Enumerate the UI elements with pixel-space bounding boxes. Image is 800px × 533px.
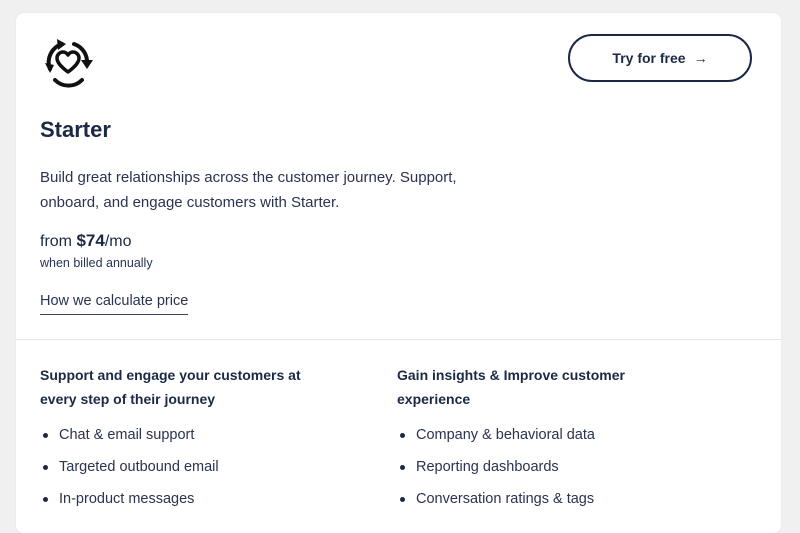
price-amount: $74 <box>76 231 105 250</box>
feature-label: Chat & email support <box>59 427 195 443</box>
feature-label: Targeted outbound email <box>59 459 219 475</box>
feature-column-insights: Gain insights & Improve customer experie… <box>397 363 697 515</box>
bullet-icon <box>43 433 48 438</box>
feature-label: In-product messages <box>59 491 195 507</box>
bullet-icon <box>400 433 405 438</box>
bullet-icon <box>43 465 48 470</box>
plan-description: Build great relationships across the cus… <box>40 169 457 211</box>
feature-heading: Gain insights & Improve customer experie… <box>397 367 625 407</box>
feature-label: Company & behavioral data <box>416 427 595 443</box>
bullet-icon <box>400 497 405 502</box>
plan-price: from $74/mo <box>40 231 132 251</box>
feature-list: Company & behavioral data Reporting dash… <box>397 419 697 515</box>
price-suffix: /mo <box>104 233 132 250</box>
list-item: Reporting dashboards <box>397 451 697 483</box>
feature-label: Reporting dashboards <box>416 459 559 475</box>
price-prefix: from <box>40 233 77 250</box>
plan-title: Starter <box>40 117 111 142</box>
plan-card: Try for free → Starter Build great relat… <box>16 13 781 533</box>
list-item: Targeted outbound email <box>40 451 340 483</box>
list-item: Conversation ratings & tags <box>397 483 697 515</box>
arrow-right-icon: → <box>693 50 708 66</box>
list-item: Chat & email support <box>40 419 340 451</box>
feature-heading: Support and engage your customers at eve… <box>40 367 301 407</box>
bullet-icon <box>400 465 405 470</box>
bullet-icon <box>43 497 48 502</box>
feature-column-support: Support and engage your customers at eve… <box>40 363 340 515</box>
try-for-free-button[interactable]: Try for free → <box>568 34 752 82</box>
list-item: In-product messages <box>40 483 340 515</box>
feature-label: Conversation ratings & tags <box>416 491 595 507</box>
calculate-price-link[interactable]: How we calculate price <box>40 293 189 315</box>
feature-list: Chat & email support Targeted outbound e… <box>40 419 340 515</box>
try-for-free-label: Try for free <box>612 50 686 66</box>
heart-cycle-icon <box>45 39 93 88</box>
billing-note: when billed annually <box>40 256 153 270</box>
list-item: Company & behavioral data <box>397 419 697 451</box>
section-divider <box>16 339 781 340</box>
